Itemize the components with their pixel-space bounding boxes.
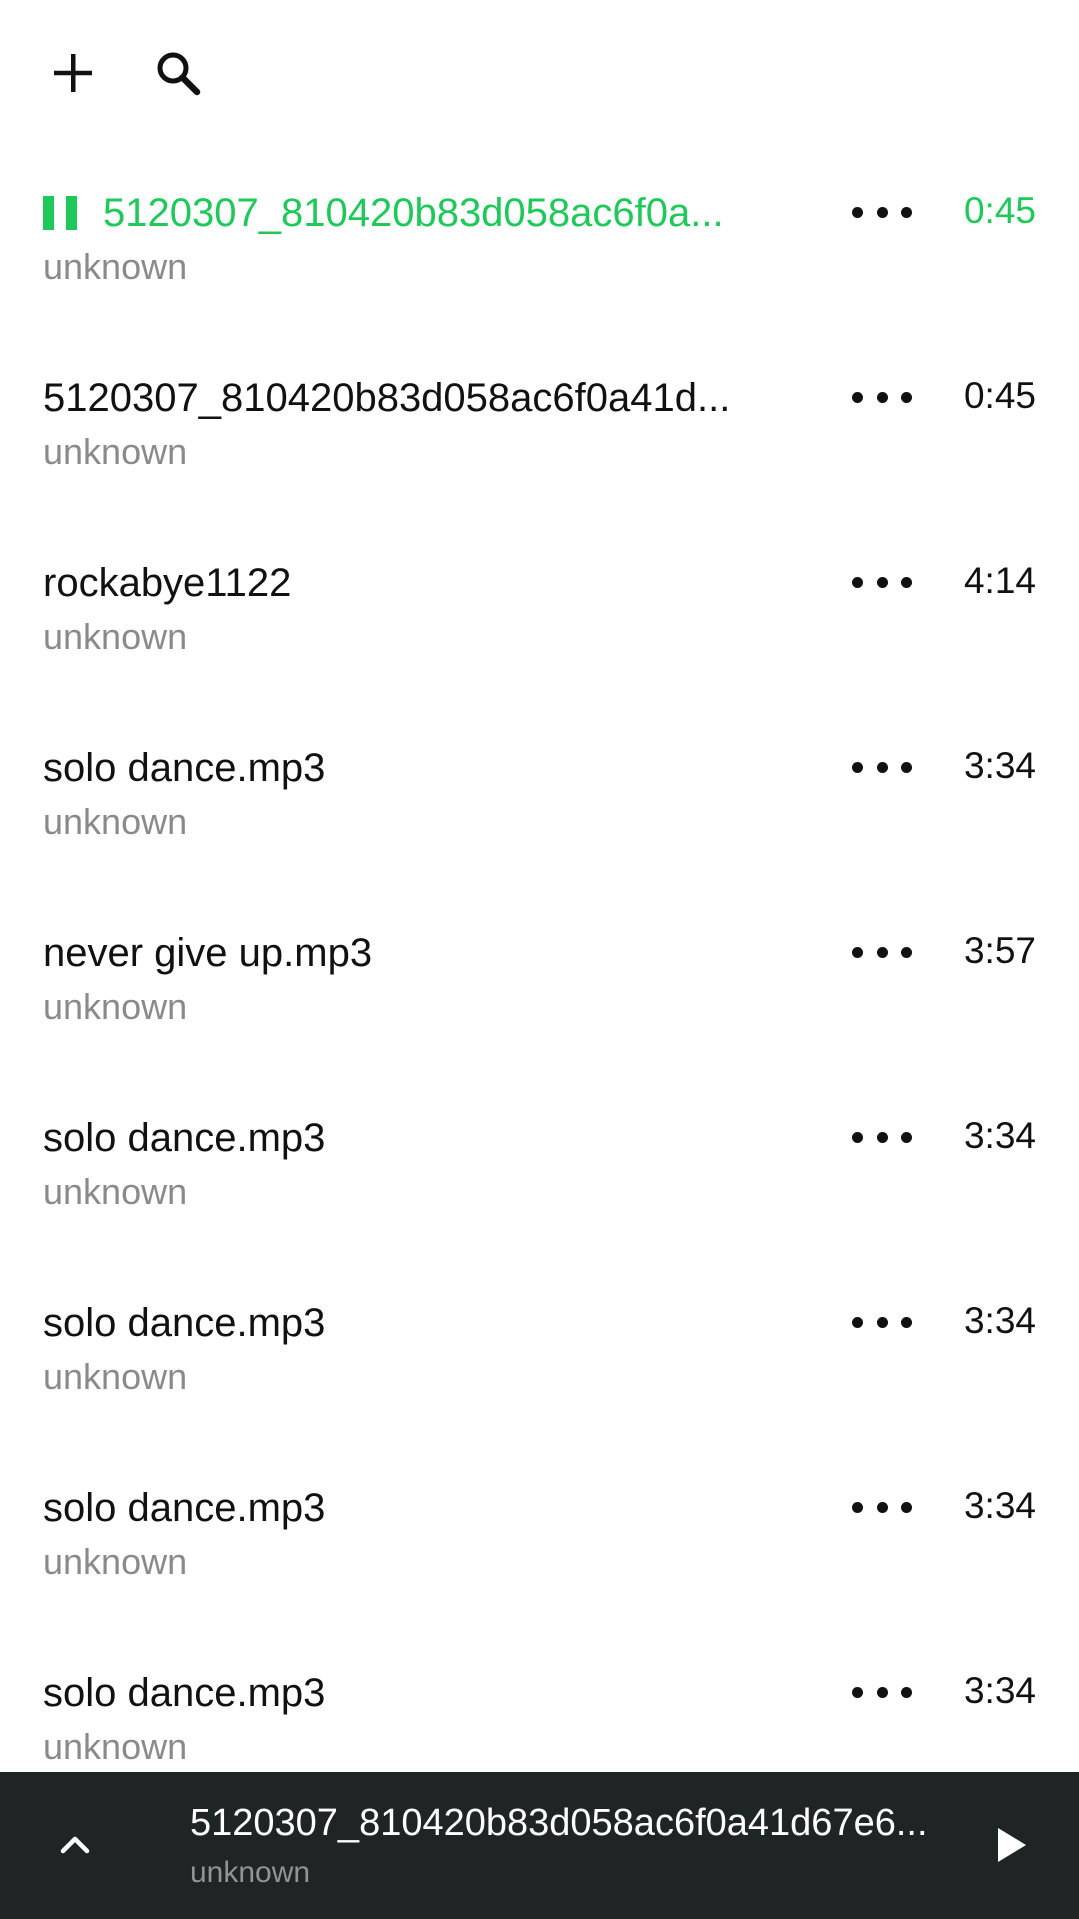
expand-player-button[interactable]	[40, 1810, 110, 1880]
track-title-row: 5120307_810420b83d058ac6f0a41d...	[43, 373, 783, 423]
track-title: 5120307_810420b83d058ac6f0a41d...	[43, 375, 731, 420]
track-row[interactable]: 5120307_810420b83d058ac6f0a...unknown 0:4…	[0, 150, 1079, 335]
search-icon	[157, 52, 201, 96]
track-row[interactable]: solo dance.mp3 unknown 3:34	[0, 705, 1079, 890]
track-title: solo dance.mp3	[43, 1670, 326, 1715]
track-duration: 3:34	[963, 1300, 1036, 1341]
track-duration: 0:45	[963, 375, 1036, 416]
track-duration: 4:14	[963, 560, 1036, 601]
track-duration: 0:45	[963, 190, 1036, 231]
track-artist: unknown	[43, 1356, 188, 1397]
track-artist: unknown	[43, 801, 188, 842]
more-options-icon[interactable]	[852, 1302, 912, 1342]
track-title-row: rockabye1122	[43, 558, 783, 608]
more-options-icon[interactable]	[852, 747, 912, 787]
track-row[interactable]: solo dance.mp3 unknown 3:34	[0, 1630, 1079, 1772]
track-artist: unknown	[43, 431, 188, 472]
music-player-screen: 5120307_810420b83d058ac6f0a...unknown 0:4…	[0, 0, 1079, 1919]
track-title-row: solo dance.mp3	[43, 1668, 783, 1718]
plus-icon	[54, 54, 92, 92]
play-button[interactable]	[975, 1810, 1045, 1880]
track-row[interactable]: 5120307_810420b83d058ac6f0a41d...unknown…	[0, 335, 1079, 520]
track-title: never give up.mp3	[43, 930, 373, 975]
track-title: solo dance.mp3	[43, 1115, 326, 1160]
track-duration: 3:34	[963, 1115, 1036, 1156]
now-playing-title: 5120307_810420b83d058ac6f0a41d67e6...	[190, 1802, 928, 1844]
track-duration: 3:57	[963, 930, 1036, 971]
track-title-row: 5120307_810420b83d058ac6f0a...	[43, 188, 783, 238]
track-row[interactable]: never give up.mp3 unknown 3:57	[0, 890, 1079, 1075]
top-toolbar	[0, 0, 1079, 150]
now-playing-icon	[43, 196, 77, 230]
now-playing-artist: unknown	[190, 1856, 311, 1889]
track-row[interactable]: rockabye1122 unknown 4:14	[0, 520, 1079, 705]
track-artist: unknown	[43, 616, 188, 657]
chevron-up-icon	[60, 1836, 90, 1854]
track-title-row: solo dance.mp3	[43, 1113, 783, 1163]
track-title: solo dance.mp3	[43, 745, 326, 790]
track-title: rockabye1122	[43, 560, 292, 605]
track-duration: 3:34	[963, 1670, 1036, 1711]
more-options-icon[interactable]	[852, 377, 912, 417]
track-title: solo dance.mp3	[43, 1300, 326, 1345]
play-icon	[998, 1828, 1026, 1862]
add-button[interactable]	[38, 38, 108, 108]
track-artist: unknown	[43, 986, 188, 1027]
track-row[interactable]: solo dance.mp3 unknown 3:34	[0, 1075, 1079, 1260]
more-options-icon[interactable]	[852, 1672, 912, 1712]
mini-player[interactable]: 5120307_810420b83d058ac6f0a41d67e6... un…	[0, 1772, 1079, 1919]
track-title-row: solo dance.mp3	[43, 743, 783, 793]
track-title-row: solo dance.mp3	[43, 1298, 783, 1348]
track-title-row: solo dance.mp3	[43, 1483, 783, 1533]
more-options-icon[interactable]	[852, 932, 912, 972]
more-options-icon[interactable]	[852, 1487, 912, 1527]
track-list: 5120307_810420b83d058ac6f0a...unknown 0:4…	[0, 150, 1079, 1772]
track-artist: unknown	[43, 1726, 188, 1767]
track-row[interactable]: solo dance.mp3 unknown 3:34	[0, 1445, 1079, 1630]
track-artist: unknown	[43, 246, 188, 287]
track-title: solo dance.mp3	[43, 1485, 326, 1530]
more-options-icon[interactable]	[852, 1117, 912, 1157]
more-options-icon[interactable]	[852, 562, 912, 602]
search-button[interactable]	[143, 38, 213, 108]
more-options-icon[interactable]	[852, 192, 912, 232]
track-row[interactable]: solo dance.mp3 unknown 3:34	[0, 1260, 1079, 1445]
track-title: 5120307_810420b83d058ac6f0a...	[103, 190, 724, 235]
track-duration: 3:34	[963, 745, 1036, 786]
track-title-row: never give up.mp3	[43, 928, 783, 978]
track-duration: 3:34	[963, 1485, 1036, 1526]
track-artist: unknown	[43, 1171, 188, 1212]
track-artist: unknown	[43, 1541, 188, 1582]
